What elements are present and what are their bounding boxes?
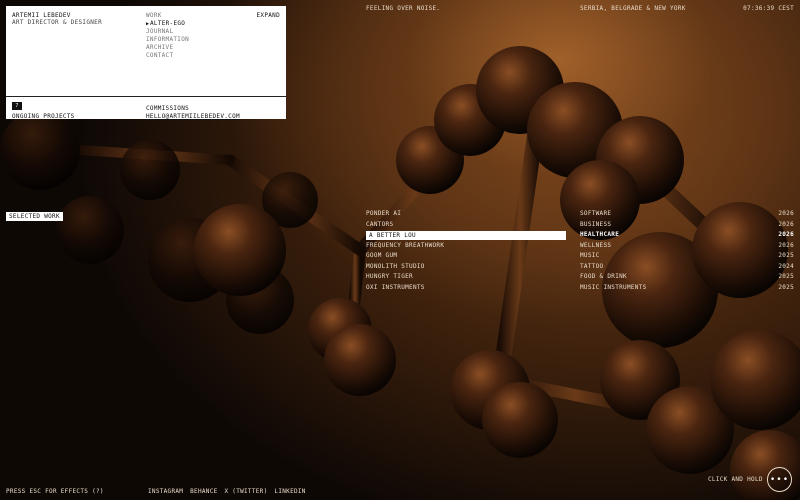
project-name[interactable]: CANTORS bbox=[366, 220, 393, 231]
project-row[interactable]: GOOM GUM MUSIC 2025 bbox=[366, 251, 794, 262]
project-category: SOFTWARE bbox=[580, 210, 612, 217]
project-year: 2024 bbox=[778, 262, 794, 270]
project-category: TATTOO bbox=[580, 262, 604, 270]
project-name[interactable]: GOOM GUM bbox=[366, 251, 397, 262]
social-links: INSTAGRAM BEHANCE X (TWITTER) LINKEDIN bbox=[148, 488, 309, 495]
nav-item-work[interactable]: WORK bbox=[146, 12, 189, 20]
twitter-link[interactable]: X (TWITTER) bbox=[224, 488, 267, 495]
project-name[interactable]: MONOLITH STUDIO bbox=[366, 262, 425, 273]
project-row-active[interactable]: A BETTER LOU HEALTHCARE 2026 bbox=[366, 230, 794, 241]
tagline: FEELING OVER NOISE. bbox=[366, 5, 441, 12]
project-name[interactable]: A BETTER LOU bbox=[366, 231, 566, 240]
project-row[interactable]: OXI INSTRUMENTS MUSIC INSTRUMENTS 2025 bbox=[366, 283, 794, 294]
ongoing-count-badge: 7 bbox=[12, 102, 22, 110]
panel-divider bbox=[6, 96, 286, 97]
project-category: BUSINESS bbox=[580, 220, 612, 228]
project-year: 2025 bbox=[778, 273, 794, 280]
more-dots-icon[interactable]: ••• bbox=[767, 467, 792, 492]
project-row[interactable]: PONDER AI SOFTWARE 2026 bbox=[366, 209, 794, 220]
nav-item-information[interactable]: INFORMATION bbox=[146, 36, 189, 44]
project-row[interactable]: CANTORS BUSINESS 2026 bbox=[366, 220, 794, 231]
selected-work-label: SELECTED WORK bbox=[6, 212, 63, 221]
project-year: 2026 bbox=[778, 220, 794, 228]
project-row[interactable]: MONOLITH STUDIO TATTOO 2024 bbox=[366, 262, 794, 273]
project-name[interactable]: HUNGRY TIGER bbox=[366, 272, 413, 283]
project-year: 2026 bbox=[778, 241, 794, 249]
commissions-label: COMMISSIONS bbox=[146, 105, 190, 112]
click-and-hold-label: CLICK AND HOLD bbox=[708, 476, 763, 483]
project-name[interactable]: FREQUENCY BREATHWORK bbox=[366, 241, 444, 252]
nav-item-journal[interactable]: JOURNAL bbox=[146, 28, 189, 36]
project-year: 2025 bbox=[778, 252, 794, 259]
project-name[interactable]: PONDER AI bbox=[366, 209, 401, 220]
main-nav: WORK ▶ALTER-EGO JOURNAL INFORMATION ARCH… bbox=[146, 12, 189, 60]
project-row[interactable]: HUNGRY TIGER FOOD & DRINK 2025 bbox=[366, 272, 794, 283]
project-category: MUSIC INSTRUMENTS bbox=[580, 283, 647, 291]
nav-item-alter-ego[interactable]: ▶ALTER-EGO bbox=[146, 20, 189, 28]
instagram-link[interactable]: INSTAGRAM bbox=[148, 488, 183, 495]
project-name[interactable]: OXI INSTRUMENTS bbox=[366, 283, 425, 294]
project-year: 2026 bbox=[778, 231, 794, 238]
project-category: WELLNESS bbox=[580, 241, 612, 249]
commissions-email-link[interactable]: HELLO@ARTEMIILEBEDEV.COM bbox=[146, 113, 240, 120]
project-category: MUSIC bbox=[580, 252, 600, 259]
project-row[interactable]: FREQUENCY BREATHWORK WELLNESS 2026 bbox=[366, 241, 794, 252]
project-year: 2025 bbox=[778, 283, 794, 291]
info-panel: ARTEMII LEBEDEV ART DIRECTOR & DESIGNER … bbox=[6, 6, 286, 120]
profile-role: ART DIRECTOR & DESIGNER bbox=[12, 19, 102, 26]
profile-name[interactable]: ARTEMII LEBEDEV bbox=[12, 12, 71, 19]
clock: 07:36:39 CEST bbox=[743, 5, 794, 12]
location-text: SERBIA, BELGRADE & NEW YORK bbox=[580, 5, 686, 12]
project-list: PONDER AI SOFTWARE 2026 CANTORS BUSINESS… bbox=[366, 209, 794, 293]
project-category: HEALTHCARE bbox=[580, 231, 620, 238]
linkedin-link[interactable]: LINKEDIN bbox=[274, 488, 305, 495]
project-category: FOOD & DRINK bbox=[580, 273, 627, 280]
behance-link[interactable]: BEHANCE bbox=[190, 488, 217, 495]
ongoing-projects-link[interactable]: ONGOING PROJECTS bbox=[12, 113, 75, 120]
expand-button[interactable]: EXPAND bbox=[257, 12, 280, 19]
effects-hint[interactable]: PRESS ESC FOR EFFECTS (?) bbox=[6, 488, 104, 495]
nav-item-archive[interactable]: ARCHIVE bbox=[146, 44, 189, 52]
project-year: 2026 bbox=[778, 210, 794, 217]
nav-item-contact[interactable]: CONTACT bbox=[146, 52, 189, 60]
